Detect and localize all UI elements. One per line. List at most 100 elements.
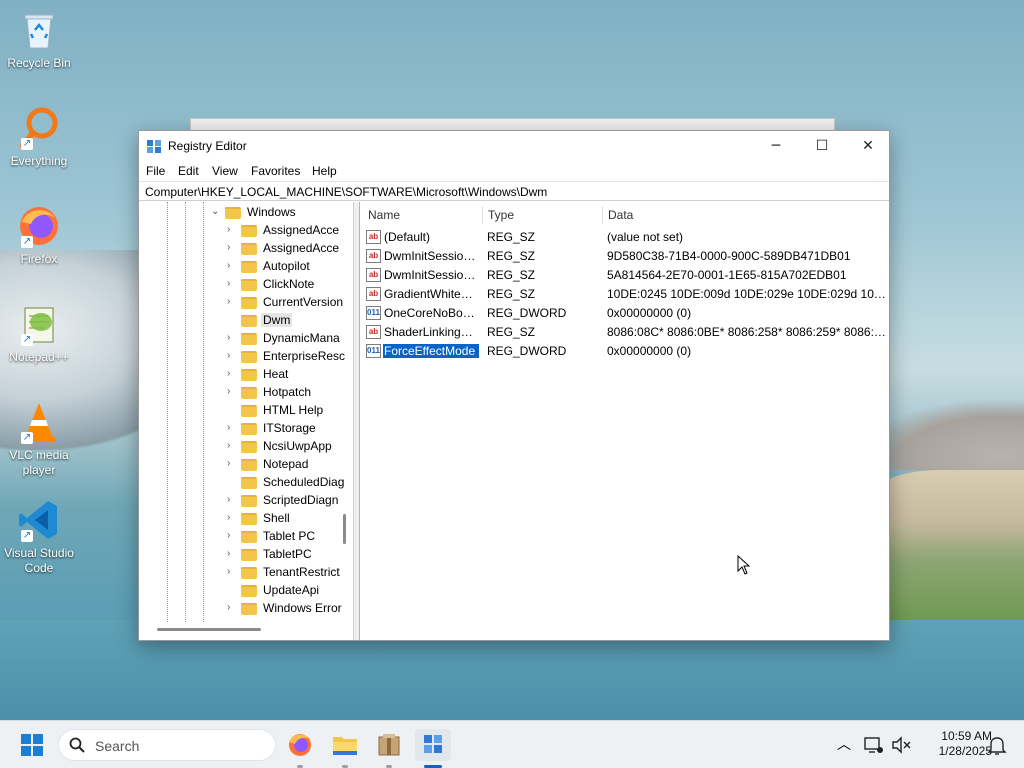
show-hidden-icons-button[interactable]: ︿ [826, 729, 862, 761]
desktop-icon-label: Notepad++ [9, 350, 69, 364]
chevron-right-icon: › [227, 350, 231, 361]
package-icon [378, 734, 400, 756]
folder-icon [241, 603, 257, 615]
column-header-name[interactable]: Name [368, 208, 400, 222]
chevron-right-icon: › [227, 440, 231, 451]
column-separator[interactable] [602, 206, 603, 224]
tree-item-label: NcsiUwpApp [263, 439, 332, 453]
folder-icon [241, 477, 257, 489]
column-header-data[interactable]: Data [608, 208, 633, 222]
tree-guide-line [167, 202, 168, 622]
shortcut-arrow-icon: ↗ [21, 334, 33, 346]
value-name: (Default) [384, 230, 431, 244]
key-tree[interactable]: ⌄ Windows › AssignedAcce › AssignedAcce › A… [139, 202, 354, 640]
desktop-icon-everything[interactable]: ↗ Everything [0, 106, 78, 169]
system-clock[interactable]: 10:59 AM 1/28/2025 [916, 729, 992, 759]
start-button[interactable] [14, 729, 50, 761]
folder-icon [241, 441, 257, 453]
menu-edit[interactable]: Edit [178, 164, 199, 178]
values-list[interactable]: Name Type Data ab (Default) REG_SZ (valu… [359, 202, 889, 640]
taskbar-package-app[interactable] [371, 729, 407, 761]
value-name-editing[interactable]: ForceEffectMode [382, 343, 480, 359]
tree-horizontal-scrollbar[interactable] [157, 628, 261, 631]
title-bar[interactable]: Registry Editor ─ ☐ ✕ [139, 131, 889, 161]
chevron-right-icon: › [227, 332, 231, 343]
minimize-button[interactable]: ─ [753, 131, 799, 161]
taskbar-search[interactable]: Search [58, 729, 276, 761]
tree-item-label: Dwm [261, 313, 293, 327]
tree-item-label: AssignedAcce [263, 241, 340, 255]
value-type: REG_SZ [487, 287, 536, 301]
shortcut-arrow-icon: ↗ [21, 530, 33, 542]
desktop-icon-recycle-bin[interactable]: Recycle Bin [0, 8, 78, 71]
value-row[interactable]: 011 OneCoreNoBoo... REG_DWORD 0x00000000… [360, 304, 888, 323]
clock-date: 1/28/2025 [938, 744, 992, 758]
tree-item-label: DynamicMana [263, 331, 340, 345]
menu-view[interactable]: View [212, 164, 238, 178]
menu-file[interactable]: File [146, 164, 165, 178]
value-name: OneCoreNoBoo... [384, 306, 479, 320]
taskbar-file-explorer[interactable] [327, 729, 363, 761]
tree-vertical-scrollbar[interactable] [343, 514, 346, 544]
taskbar-registry-editor[interactable] [415, 729, 451, 761]
folder-icon [241, 405, 257, 417]
volume-button[interactable] [888, 729, 914, 761]
network-status-button[interactable] [860, 729, 886, 761]
volume-muted-icon [892, 736, 911, 754]
column-separator[interactable] [482, 206, 483, 224]
desktop-icon-label: VLC media player [9, 448, 69, 477]
bell-icon [987, 737, 1007, 755]
chevron-right-icon: › [227, 566, 231, 577]
value-type: REG_SZ [487, 249, 536, 263]
desktop-icon-notepad-plus-plus[interactable]: ↗ Notepad++ [0, 302, 78, 365]
everything-search-icon: ↗ [17, 106, 61, 150]
chevron-right-icon: › [227, 368, 231, 379]
maximize-icon: ☐ [815, 138, 829, 154]
desktop-icon-firefox[interactable]: ↗ Firefox [0, 204, 78, 267]
value-row[interactable]: ab DwmInitSession... REG_SZ 9D580C38-71B… [360, 247, 888, 266]
value-data: 8086:08C* 8086:0BE* 8086:258* 8086:259* … [607, 325, 887, 339]
search-placeholder: Search [95, 738, 140, 754]
desktop-icon-label: Firefox [20, 252, 58, 266]
value-row-selected[interactable]: 011 ForceEffectMode REG_DWORD 0x00000000… [360, 342, 888, 361]
value-row[interactable]: ab (Default) REG_SZ (value not set) [360, 228, 888, 247]
wallpaper-land [880, 470, 1024, 620]
tree-item-label: Windows Error [263, 601, 342, 615]
chevron-right-icon: › [227, 386, 231, 397]
desktop-icon-vlc[interactable]: ↗ VLC media player [0, 400, 78, 478]
value-data: 5A814564-2E70-0001-1E65-815A702EDB01 [607, 268, 847, 282]
dword-value-icon: 011 [366, 344, 381, 358]
value-row[interactable]: ab ShaderLinkingG... REG_SZ 8086:08C* 80… [360, 323, 888, 342]
value-row[interactable]: ab GradientWhitePi... REG_SZ 10DE:0245 1… [360, 285, 888, 304]
menu-favorites[interactable]: Favorites [251, 164, 300, 178]
taskbar: Search ︿ 10:59 AM 1/28/2025 [0, 720, 1024, 768]
value-type: REG_SZ [487, 325, 536, 339]
notifications-button[interactable] [984, 729, 1010, 761]
firefox-icon: ↗ [17, 204, 61, 248]
chevron-right-icon: › [227, 242, 231, 253]
tree-item-label: Hotpatch [263, 385, 312, 399]
address-bar[interactable]: Computer\HKEY_LOCAL_MACHINE\SOFTWARE\Mic… [139, 181, 889, 201]
tree-item-label: Autopilot [263, 259, 310, 273]
maximize-button[interactable]: ☐ [799, 131, 845, 161]
search-icon [69, 737, 85, 753]
network-icon [864, 737, 883, 753]
menu-help[interactable]: Help [312, 164, 337, 178]
notepad-plus-plus-icon: ↗ [17, 302, 61, 346]
registry-editor-window: Registry Editor ─ ☐ ✕ File Edit View Fav… [138, 130, 890, 641]
tree-item-label: ClickNote [263, 277, 315, 291]
value-data: 10DE:0245 10DE:009d 10DE:029e 10DE:029d … [607, 287, 887, 301]
desktop-icon-vscode[interactable]: ↗ Visual Studio Code [0, 498, 78, 576]
value-name: DwmInitSession... [384, 249, 479, 263]
value-type: REG_SZ [487, 230, 536, 244]
folder-icon [241, 585, 257, 597]
value-row[interactable]: ab DwmInitSession... REG_SZ 5A814564-2E7… [360, 266, 888, 285]
column-header-type[interactable]: Type [488, 208, 514, 222]
chevron-right-icon: › [227, 296, 231, 307]
folder-icon [241, 531, 257, 543]
taskbar-firefox[interactable] [282, 729, 318, 761]
close-button[interactable]: ✕ [845, 131, 891, 161]
folder-icon [241, 513, 257, 525]
desktop-icon-label: Recycle Bin [7, 56, 71, 70]
vlc-icon: ↗ [17, 400, 61, 444]
